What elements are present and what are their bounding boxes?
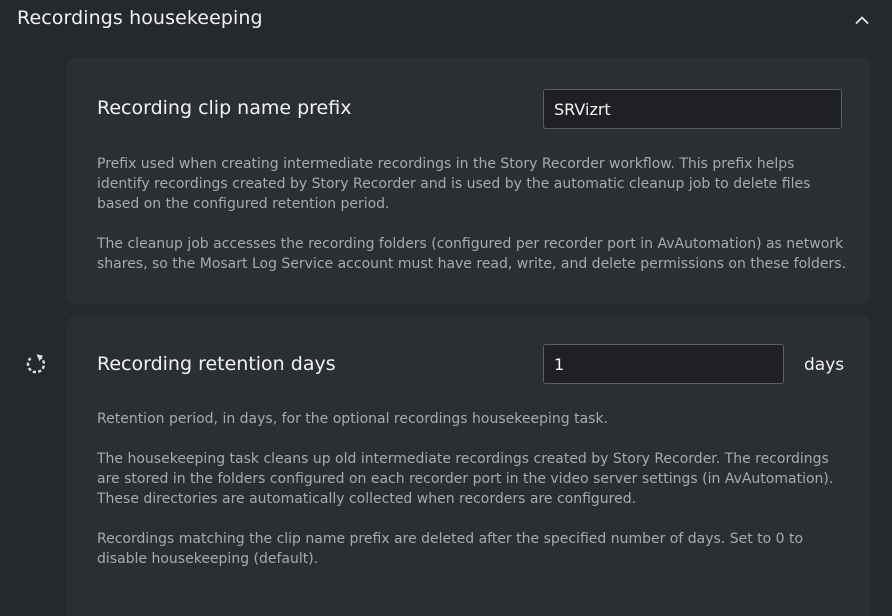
chevron-up-icon[interactable] bbox=[848, 6, 876, 34]
retention-days-label: Recording retention days bbox=[97, 353, 336, 375]
clip-prefix-cleanup-note: The cleanup job accesses the recording f… bbox=[97, 236, 847, 272]
retention-days-unit: days bbox=[804, 355, 845, 375]
clip-prefix-input[interactable] bbox=[543, 89, 842, 129]
clip-prefix-description: Prefix used when creating intermediate r… bbox=[97, 156, 811, 212]
retention-prefix-note: Recordings matching the clip name prefix… bbox=[97, 531, 804, 567]
clip-prefix-setting-card: Recording clip name prefix Prefix used w… bbox=[67, 58, 871, 304]
section-header[interactable]: Recordings housekeeping bbox=[0, 0, 892, 40]
section-title: Recordings housekeeping bbox=[17, 7, 263, 29]
reset-icon[interactable] bbox=[24, 352, 48, 376]
retention-days-setting-card: Recording retention days days Retention … bbox=[67, 316, 871, 616]
retention-days-input[interactable] bbox=[543, 344, 784, 384]
retention-housekeeping-note: The housekeeping task cleans up old inte… bbox=[97, 451, 834, 507]
retention-description: Retention period, in days, for the optio… bbox=[97, 411, 608, 427]
clip-prefix-label: Recording clip name prefix bbox=[97, 97, 352, 119]
